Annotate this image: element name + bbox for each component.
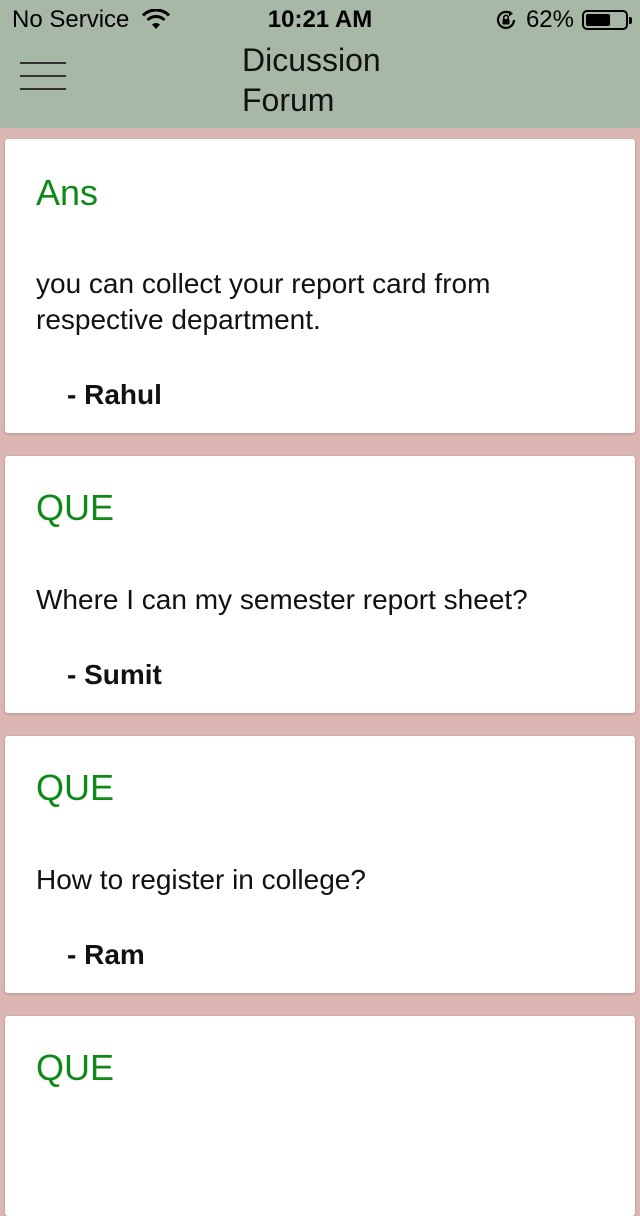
page-title-line1: Dicussion — [242, 42, 381, 78]
battery-tip — [629, 17, 632, 24]
battery-percent: 62% — [525, 6, 574, 33]
post-card[interactable]: QUE — [5, 1016, 635, 1216]
post-text: How to register in college? — [36, 864, 366, 895]
post-card[interactable]: QUE Where I can my semester report sheet… — [5, 456, 635, 713]
post-tag: QUE — [36, 487, 115, 528]
status-right: 62% — [494, 6, 632, 34]
page-title: Dicussion Forum — [242, 40, 462, 120]
hamburger-menu-icon[interactable] — [20, 62, 66, 90]
app-header: No Service 10:21 AM 62% Dicussion Forum — [0, 0, 640, 128]
post-card[interactable]: Ans you can collect your report card fro… — [5, 139, 635, 433]
post-author: - Sumit — [67, 659, 162, 690]
battery-icon — [582, 10, 632, 30]
status-bar: No Service 10:21 AM 62% — [0, 0, 640, 40]
post-text: you can collect your report card from re… — [36, 268, 491, 335]
page-title-line2: Forum — [242, 82, 335, 118]
post-text: Where I can my semester report sheet? — [36, 584, 528, 615]
post-author: - Ram — [67, 939, 145, 970]
post-tag: QUE — [36, 767, 115, 808]
post-author: - Rahul — [67, 379, 162, 410]
rotation-lock-icon — [496, 10, 516, 29]
post-tag: QUE — [36, 1047, 115, 1088]
post-tag: Ans — [36, 172, 99, 213]
post-card[interactable]: QUE How to register in college? - Ram — [5, 736, 635, 993]
battery-fill — [586, 14, 610, 26]
